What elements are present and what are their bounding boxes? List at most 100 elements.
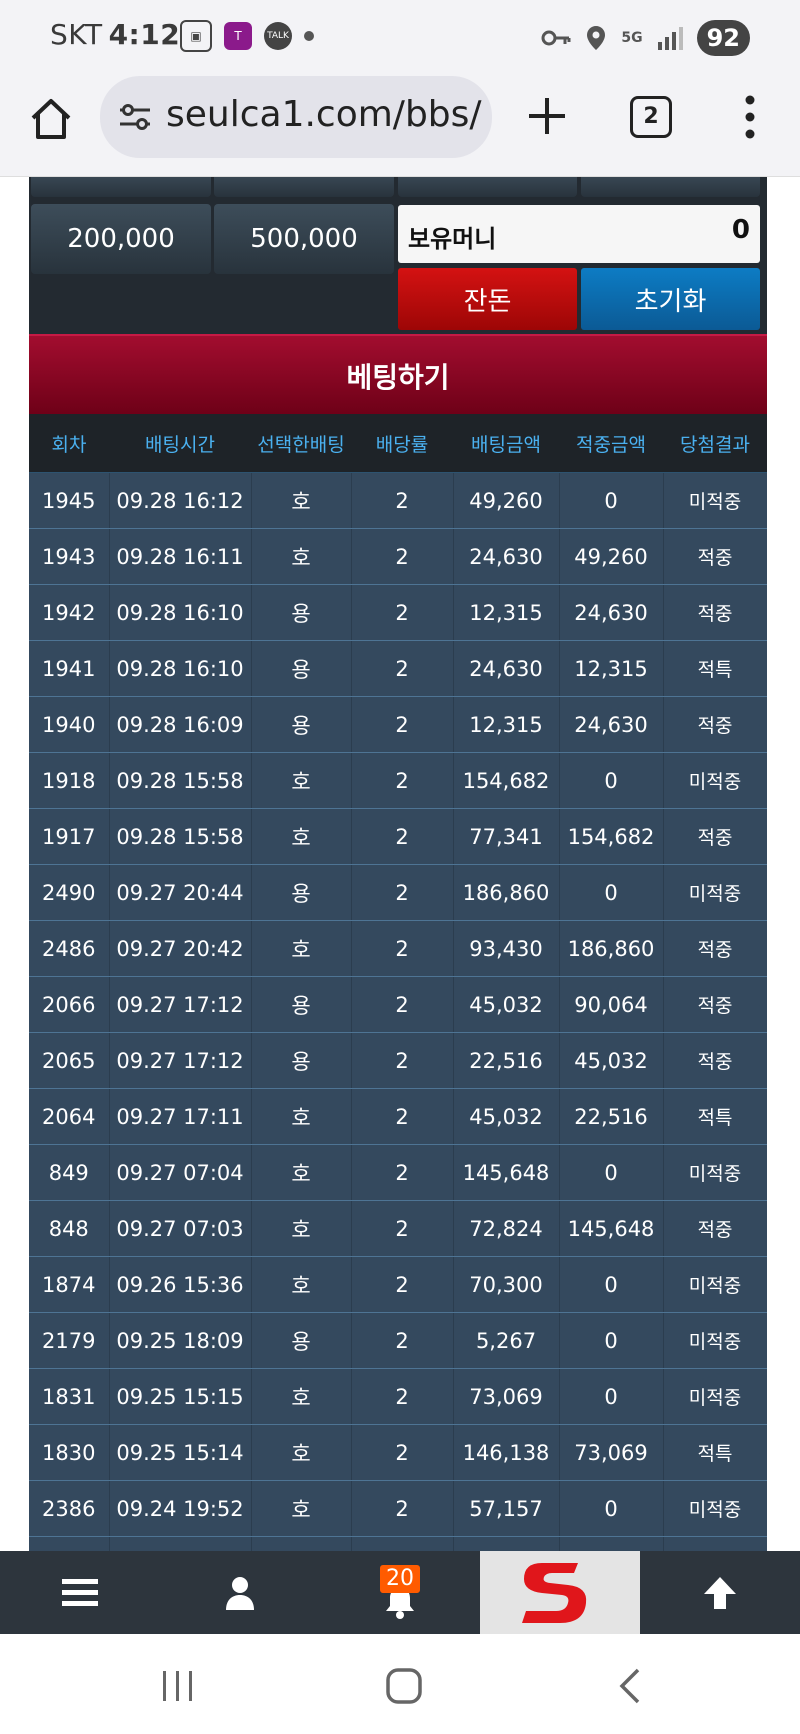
cell-payout: 0 [559,472,664,529]
cell-result: 적중 [663,808,767,865]
cell-result: 적중 [663,696,767,753]
col-result: 당첨결과 [663,414,767,473]
balance-button[interactable]: 잔돈 [398,268,577,330]
cell-round: 2065 [29,1032,110,1089]
network-5g-icon: 5G [621,30,643,46]
cell-payout: 0 [559,1144,664,1201]
table-row: 2066 09.27 17:12 용 2 45,032 90,064 적중 [29,976,767,1033]
cell-result: 적중 [663,528,767,585]
home-nav-icon[interactable] [384,1666,424,1706]
cell-time: 09.25 15:14 [109,1424,252,1481]
table-row: 1941 09.28 16:10 용 2 24,630 12,315 적특 [29,640,767,697]
cell-odds: 2 [351,1424,454,1481]
table-row: 1918 09.28 15:58 호 2 154,682 0 미적중 [29,752,767,809]
cell-time: 09.27 17:12 [109,1032,252,1089]
cell-payout: 49,260 [559,528,664,585]
amount-button-top[interactable] [398,177,577,197]
table-row: 2064 09.27 17:11 호 2 45,032 22,516 적특 [29,1088,767,1145]
key-icon [541,30,571,46]
home-icon[interactable] [28,96,74,142]
table-row: 2386 09.24 19:52 호 2 57,157 0 미적중 [29,1480,767,1537]
kakaotalk-icon: TALK [264,22,292,50]
cell-pick: 용 [251,584,352,641]
amount-button-top[interactable] [581,177,760,197]
signal-icon [657,27,683,50]
cell-pick: 호 [251,920,352,977]
cell-result: 적중 [663,976,767,1033]
cell-bet: 57,157 [453,1480,560,1537]
cell-result: 미적중 [663,1536,767,1551]
cell-time: 09.27 17:12 [109,976,252,1033]
cell-time: 09.28 15:58 [109,808,252,865]
cell-round: 1945 [29,472,110,529]
cell-time: 09.28 16:09 [109,696,252,753]
cell-odds: 2 [351,1032,454,1089]
table-row: 1917 09.28 15:58 호 2 77,341 154,682 적중 [29,808,767,865]
cell-pick: 호 [251,1480,352,1537]
cell-payout: 90,064 [559,976,664,1033]
cell-result: 적중 [663,1200,767,1257]
screenshot-icon: ▣ [180,20,212,52]
cell-payout: 0 [559,1480,664,1537]
cell-pick: 호 [251,1368,352,1425]
bet-history-table: 회차 배팅시간 선택한배팅 배당률 배팅금액 적중금액 당첨결과 1945 09.… [29,414,767,1551]
cell-pick: 호 [251,752,352,809]
address-bar[interactable]: seulca1.com/bbs/p [100,76,492,158]
site-settings-icon[interactable] [118,102,152,132]
cell-payout: 73,069 [559,1424,664,1481]
amount-button-top[interactable] [214,177,394,197]
system-icons: 5G 92 [541,20,750,56]
table-row: 1831 09.25 15:15 호 2 73,069 0 미적중 [29,1368,767,1425]
recent-apps-icon[interactable] [160,1668,196,1704]
notification-badge: 20 [380,1565,420,1593]
site-logo-button[interactable] [480,1551,640,1634]
menu-icon [62,1578,98,1606]
cell-time: 09.25 18:09 [109,1312,252,1369]
cell-odds: 2 [351,864,454,921]
cell-pick: 용 [251,1312,352,1369]
tab-switcher-button[interactable]: 2 [630,96,672,138]
cell-payout: 0 [559,864,664,921]
tmap-icon: T [224,22,252,50]
menu-button[interactable] [40,1551,120,1634]
cell-time: 09.27 07:03 [109,1200,252,1257]
cell-pick: 호 [251,528,352,585]
cell-bet: 186,860 [453,864,560,921]
back-icon[interactable] [614,1666,644,1706]
cell-result: 미적중 [663,1368,767,1425]
cell-bet: 145,648 [453,1144,560,1201]
cell-time: 09.26 15:36 [109,1256,252,1313]
cell-bet: 77,341 [453,808,560,865]
cell-odds: 2 [351,696,454,753]
site-logo [522,1563,587,1623]
cell-result: 적중 [663,920,767,977]
table-row: 1874 09.26 15:36 호 2 70,300 0 미적중 [29,1256,767,1313]
profile-button[interactable] [200,1551,280,1634]
cell-round: 2386 [29,1480,110,1537]
url-text[interactable]: seulca1.com/bbs/p [166,94,484,135]
scroll-top-button[interactable] [680,1551,760,1634]
col-bet: 배팅금액 [453,414,559,473]
cell-pick: 용 [251,640,352,697]
more-menu-icon[interactable] [738,92,762,142]
cell-round: 2064 [29,1088,110,1145]
table-header-row: 회차 배팅시간 선택한배팅 배당률 배팅금액 적중금액 당첨결과 [29,414,767,473]
cell-round: 2486 [29,920,110,977]
cell-pick: 호 [251,808,352,865]
reset-button[interactable]: 초기화 [581,268,760,330]
place-bet-button[interactable]: 베팅하기 [29,334,767,416]
amount-button-top[interactable] [31,177,211,197]
cell-round: 1942 [29,584,110,641]
cell-time: 09.28 16:11 [109,528,252,585]
cell-bet: 24,630 [453,528,560,585]
new-tab-icon[interactable] [525,94,569,138]
cell-time: 09.27 17:11 [109,1088,252,1145]
cell-round: 2179 [29,1312,110,1369]
cell-result: 미적중 [663,1144,767,1201]
cell-odds: 2 [351,1312,454,1369]
amount-500000-button[interactable]: 500,000 [214,204,394,274]
amount-200000-button[interactable]: 200,000 [31,204,211,274]
holdings-label: 보유머니 [408,225,497,253]
cell-odds: 2 [351,920,454,977]
holdings-display: 보유머니 0 [398,205,760,263]
